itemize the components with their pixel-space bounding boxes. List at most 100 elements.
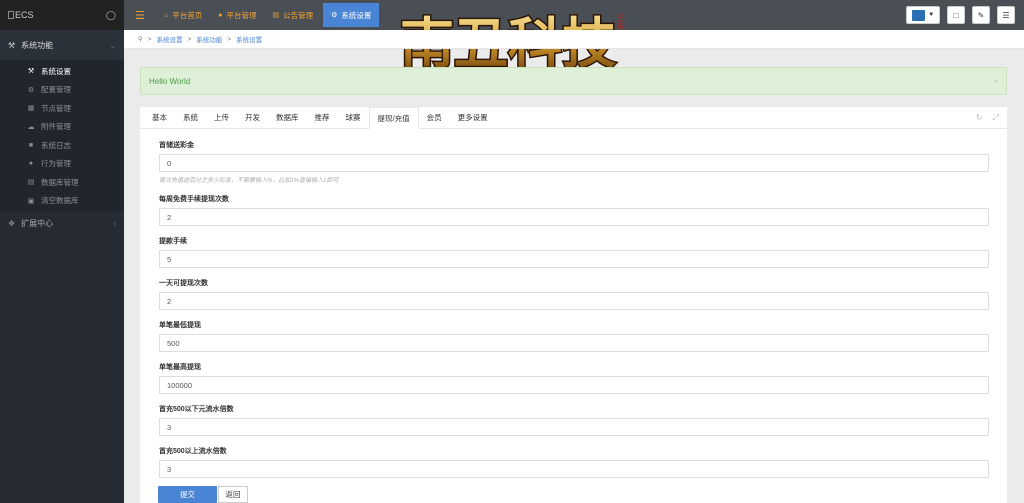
turnover-below-500-input[interactable]: 3 (159, 418, 989, 436)
tab-withdraw-recharge[interactable]: 提现/充值 (368, 107, 419, 129)
field-weekly-free-withdrawals: 每周免费手续提现次数 2 (159, 194, 989, 226)
breadcrumb-item[interactable]: 系统设置 (236, 34, 262, 44)
nav-tab-platform[interactable]: ● 平台管理 (210, 3, 264, 27)
sidebar-item-behaviors[interactable]: ● 行为管理 (0, 155, 124, 174)
menu-group-label: 扩展中心 (21, 218, 54, 228)
alert-message: Hello World (149, 76, 191, 86)
sidebar-item-label: 行为管理 (41, 159, 71, 169)
tab-database[interactable]: 数据库 (268, 106, 307, 128)
logo[interactable]: ECS (8, 10, 34, 20)
tab-upload[interactable]: 上传 (206, 106, 237, 128)
menu-toggle-icon[interactable]: ☰ (124, 0, 156, 30)
nav-tab-settings[interactable]: ⚙ 系统设置 (323, 3, 380, 27)
tab-develop[interactable]: 开发 (237, 106, 268, 128)
field-label: 单笔最低提现 (159, 322, 201, 329)
fullscreen-button[interactable]: ✎ (972, 6, 990, 24)
user-menu-button[interactable]: ☰ (997, 6, 1015, 24)
settings-panel: 基本 系统 上传 开发 数据库 推荐 球赛 提现/充值 会员 更多设置 ↻ ⤢ … (140, 107, 1007, 503)
panel-tools: ↻ ⤢ (976, 113, 999, 123)
chevron-left-icon: ‹ (113, 218, 116, 228)
gear-icon: ⚙ (331, 12, 338, 19)
trash-icon: □ (953, 10, 959, 20)
newspaper-icon: ▤ (272, 12, 280, 19)
caret-down-icon: ▼ (928, 12, 935, 18)
sidebar-item-config[interactable]: ⚙ 配置管理 (0, 81, 124, 100)
field-turnover-above-500: 首充500以上流水倍数 3 (159, 446, 989, 478)
nav-tab-label: 公告管理 (283, 10, 314, 20)
submit-button[interactable]: 提交 (158, 486, 217, 503)
field-daily-withdrawals: 一天可提现次数 2 (159, 278, 989, 310)
field-label: 首充500以上流水倍数 (159, 448, 227, 455)
sidebar: ECS ◯ ⚒ 系统功能 ⌄ ⚒ 系统设置 ⚙ 配置管理 ▦ 节点管理 ☁ 附件… (0, 0, 124, 503)
database-icon: ▣ (27, 197, 35, 205)
tab-more-settings[interactable]: 更多设置 (450, 106, 496, 128)
sidebar-item-system-settings[interactable]: ⚒ 系统设置 (0, 62, 124, 81)
breadcrumb-item[interactable]: 系统功能 (196, 34, 222, 44)
back-button[interactable]: 返回 (218, 486, 248, 503)
field-withdrawal-fee: 提款手续 5 (159, 236, 989, 268)
min-withdrawal-input[interactable]: 500 (159, 334, 989, 352)
menu-group-extensions[interactable]: ❖ 扩展中心 ‹ (0, 212, 124, 234)
sidebar-item-nodes[interactable]: ▦ 节点管理 (0, 99, 124, 118)
expand-icon[interactable]: ⤢ (993, 113, 999, 123)
field-hint: 首次充值送百分之多少彩金，不需要输入%，比如1%直接输入1即可 (159, 178, 339, 184)
field-label: 首充500以下元流水倍数 (159, 406, 234, 413)
menu-group-system[interactable]: ⚒ 系统功能 ⌄ (0, 30, 124, 60)
sidebar-item-attachments[interactable]: ☁ 附件管理 (0, 118, 124, 137)
wrench-icon: ⚒ (27, 68, 35, 76)
withdrawal-fee-input[interactable]: 5 (159, 250, 989, 268)
wrench-icon: ⚒ (8, 40, 16, 50)
sidebar-item-label: 系统日志 (41, 140, 71, 150)
success-alert: Hello World × (140, 67, 1007, 95)
edit-icon: ✎ (977, 10, 985, 20)
clear-cache-button[interactable]: □ (947, 6, 965, 24)
logo-bar: ECS ◯ (0, 0, 124, 30)
gears-icon: ⚙ (27, 86, 35, 94)
tab-members[interactable]: 会员 (419, 106, 450, 128)
home-icon: ⌂ (164, 11, 169, 19)
nav-tab-home[interactable]: ⌂ 平台首页 (156, 3, 210, 27)
map-marker-icon: ⚲ (138, 36, 143, 43)
sidebar-item-label: 数据库管理 (41, 177, 79, 187)
field-label: 一天可提现次数 (159, 280, 208, 287)
close-icon[interactable]: × (993, 77, 998, 86)
sidebar-item-label: 系统设置 (41, 66, 71, 76)
field-first-deposit-bonus: 首储送彩金 0 首次充值送百分之多少彩金，不需要输入%，比如1%直接输入1即可 (159, 140, 989, 184)
theme-picker-button[interactable]: ▼ (906, 6, 940, 24)
brush-icon (911, 9, 925, 21)
table-icon: ▤ (27, 179, 35, 187)
tab-basic[interactable]: 基本 (144, 106, 175, 128)
first-deposit-bonus-input[interactable]: 0 (159, 154, 989, 172)
sidebar-item-logs[interactable]: ■ 系统日志 (0, 136, 124, 155)
tab-referral[interactable]: 推荐 (307, 106, 338, 128)
field-max-withdrawal: 单笔最高提现 100000 (159, 362, 989, 394)
broken-image-icon (8, 11, 14, 19)
cloud-icon: ☁ (27, 123, 35, 131)
tab-system[interactable]: 系统 (175, 106, 206, 128)
submenu-system: ⚒ 系统设置 ⚙ 配置管理 ▦ 节点管理 ☁ 附件管理 ■ 系统日志 ● 行为管… (0, 60, 124, 212)
comment-icon: ■ (28, 141, 34, 149)
turnover-above-500-input[interactable]: 3 (159, 460, 989, 478)
menu-group-label: 系统功能 (21, 40, 54, 50)
max-withdrawal-input[interactable]: 100000 (159, 376, 989, 394)
puzzle-icon: ❖ (8, 218, 16, 228)
user-icon: ● (28, 160, 34, 168)
sitemap-icon: ▦ (27, 105, 35, 113)
list-icon: ☰ (1002, 10, 1010, 20)
toolbar-actions: ▼ □ ✎ ☰ (906, 6, 1015, 24)
sidebar-item-label: 配置管理 (41, 85, 71, 95)
refresh-icon[interactable]: ↻ (976, 113, 983, 123)
sidebar-item-database[interactable]: ▤ 数据库管理 (0, 173, 124, 192)
droplet-icon[interactable]: ◯ (106, 10, 116, 21)
sidebar-item-label: 清空数据库 (41, 196, 79, 206)
daily-withdrawals-input[interactable]: 2 (159, 292, 989, 310)
field-min-withdrawal: 单笔最低提现 500 (159, 320, 989, 352)
settings-tabs: 基本 系统 上传 开发 数据库 推荐 球赛 提现/充值 会员 更多设置 (140, 107, 1007, 129)
breadcrumb-item[interactable]: 系统设置 (157, 34, 183, 44)
weekly-free-withdrawals-input[interactable]: 2 (159, 208, 989, 226)
tab-matches[interactable]: 球赛 (338, 106, 369, 128)
nav-tab-announcements[interactable]: ▤ 公告管理 (264, 3, 321, 27)
field-turnover-below-500: 首充500以下元流水倍数 3 (159, 404, 989, 436)
field-label: 每周免费手续提现次数 (159, 196, 229, 203)
sidebar-item-clear-db[interactable]: ▣ 清空数据库 (0, 192, 124, 211)
